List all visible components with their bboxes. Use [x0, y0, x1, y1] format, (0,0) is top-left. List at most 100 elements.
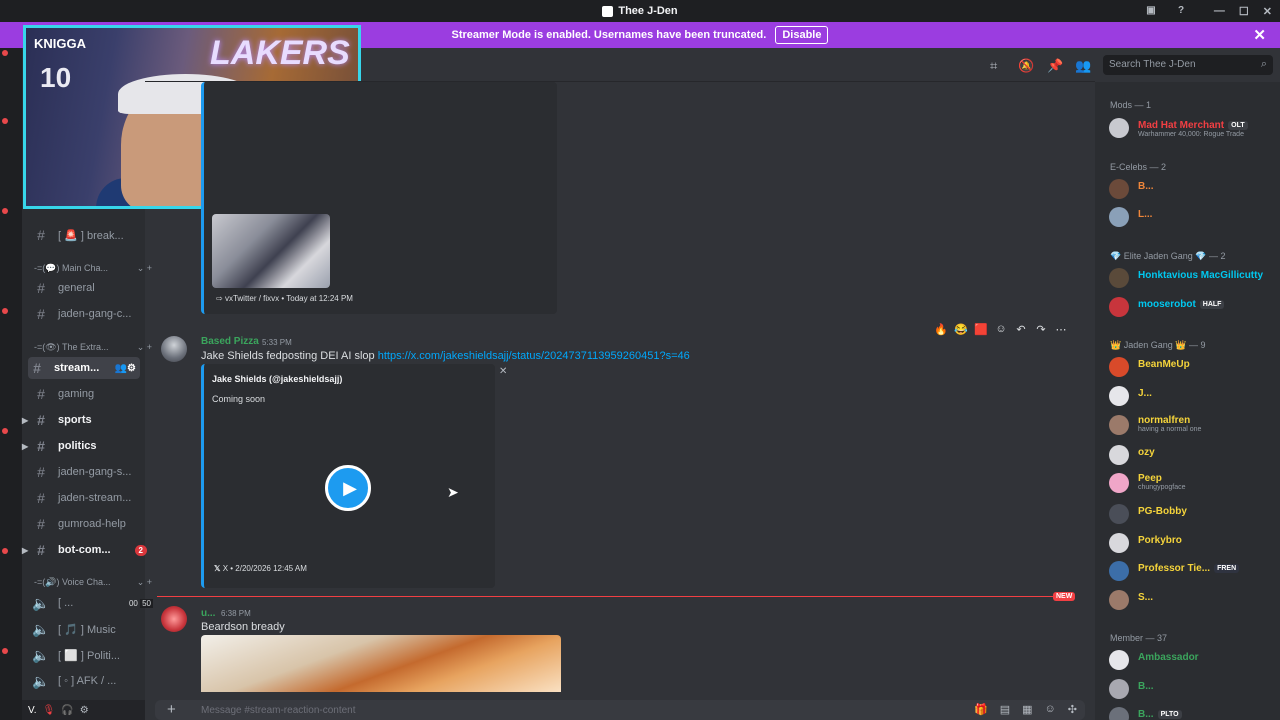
maximize-icon[interactable]: ☐	[1239, 5, 1249, 18]
role-tag: FREN	[1214, 563, 1240, 573]
attach-plus-icon[interactable]: +	[167, 701, 176, 718]
role-tag: PLTO	[1157, 709, 1182, 719]
custom-reaction-icon[interactable]: 🟥	[973, 323, 989, 336]
message-input[interactable]: + Message #stream-reaction-content 🎁 ▤ ▦…	[155, 700, 1085, 720]
emoji-icon[interactable]: ☺	[1045, 703, 1056, 716]
member-item[interactable]: J...	[1109, 384, 1279, 408]
avatar	[1109, 415, 1129, 435]
avatar[interactable]	[161, 606, 187, 632]
channel-general[interactable]: # general	[32, 277, 157, 299]
member-item[interactable]: Honktavious MacGillicutty	[1109, 266, 1279, 290]
gift-icon[interactable]: 🎁	[974, 703, 988, 716]
members-icon[interactable]: 👥	[1075, 58, 1091, 74]
member-item[interactable]: BeanMeUp	[1109, 355, 1279, 379]
laugh-reaction-icon[interactable]: 😂	[953, 323, 969, 336]
category-main[interactable]: -=(💬) Main Cha... ⌄ +	[34, 263, 154, 274]
help-icon[interactable]: ?	[1174, 3, 1188, 17]
search-icon: ⌕	[1260, 58, 1267, 70]
channel-label: gumroad-help	[58, 518, 126, 530]
channel-bot-com[interactable]: ▶ # bot-com... 2	[22, 539, 157, 561]
window-title: Thee J-Den	[618, 5, 678, 17]
channel-label: [ ◦ ] AFK / ...	[58, 675, 117, 687]
channel-stream-active[interactable]: # stream... 👥⚙	[28, 357, 140, 379]
more-icon[interactable]: ⋯	[1053, 323, 1069, 336]
member-item[interactable]: PG-Bobby	[1109, 502, 1279, 526]
member-item[interactable]: B... PLTO	[1109, 705, 1279, 720]
channel-label: jaden-stream...	[58, 492, 132, 504]
notification-dot	[2, 50, 8, 56]
message-image[interactable]	[201, 635, 561, 692]
avatar	[1109, 679, 1129, 699]
mouse-cursor-icon: ➤	[447, 484, 459, 500]
member-item[interactable]: B...	[1109, 177, 1279, 201]
channel-jaden-gang-s[interactable]: # jaden-gang-s...	[32, 461, 157, 483]
channel-break[interactable]: # [ 🚨 ] break...	[32, 224, 157, 246]
embed-footer: ⇨ vxTwitter / fixvx • Today at 12:24 PM	[216, 294, 353, 303]
category-extra[interactable]: -=(👁) The Extra... ⌄ +	[34, 342, 154, 353]
disable-button[interactable]: Disable	[775, 26, 829, 44]
channel-gumroad-help[interactable]: # gumroad-help	[32, 513, 157, 535]
voice-channel-music[interactable]: 🔈 [ 🎵 ] Music	[32, 618, 157, 640]
banner-close-icon[interactable]: ✕	[1253, 26, 1266, 44]
channel-gaming[interactable]: # gaming	[32, 383, 157, 405]
avatar[interactable]	[161, 336, 187, 362]
member-item[interactable]: B...	[1109, 677, 1279, 701]
notification-dot	[2, 548, 8, 554]
new-messages-divider	[157, 596, 1075, 597]
settings-gear-icon[interactable]: ⚙	[80, 705, 89, 716]
member-item[interactable]: normalfren having a normal one	[1109, 413, 1279, 437]
expand-arrow-icon: ▶	[22, 441, 29, 451]
mute-icon[interactable]: 🎙	[43, 705, 56, 716]
channel-sports[interactable]: ▶ # sports	[22, 409, 157, 431]
add-reaction-icon[interactable]: ☺	[993, 323, 1009, 336]
message-author[interactable]: u...	[201, 608, 215, 619]
member-item[interactable]: Porkybro	[1109, 531, 1279, 555]
member-item[interactable]: ozy	[1109, 443, 1279, 467]
category-voice[interactable]: -=(🔊) Voice Cha... ⌄ +	[34, 577, 154, 588]
voice-channel-politics[interactable]: 🔈 [ ⬜ ] Politi...	[32, 644, 157, 666]
jersey-text: KNIGGA	[34, 36, 86, 51]
member-item[interactable]: L...	[1109, 205, 1279, 229]
minimize-icon[interactable]: —	[1214, 5, 1225, 17]
member-status: chungypogface	[1138, 484, 1186, 491]
server-rail[interactable]	[0, 48, 22, 720]
member-item[interactable]: Professor Tie... FREN	[1109, 559, 1279, 583]
member-item[interactable]: mooserobot HALF	[1109, 295, 1279, 319]
channel-jaden-gang-c[interactable]: # jaden-gang-c...	[32, 303, 157, 325]
close-window-icon[interactable]: ✕	[1263, 5, 1272, 18]
member-item[interactable]: Peep chungypogface	[1109, 471, 1279, 495]
link-embed: ⇨ vxTwitter / fixvx • Today at 12:24 PM	[201, 82, 557, 314]
fire-reaction-icon[interactable]: 🔥	[933, 323, 949, 336]
video-play-button[interactable]: ▶	[325, 465, 371, 511]
forward-icon[interactable]: ↷	[1033, 323, 1049, 336]
threads-icon[interactable]: ⌗	[990, 58, 997, 74]
invite-settings-icon[interactable]: 👥⚙	[115, 363, 136, 374]
user-name[interactable]: V.	[28, 705, 37, 716]
headphones-icon[interactable]: 🎧	[61, 705, 73, 716]
avatar	[1109, 386, 1129, 406]
channel-label: general	[58, 282, 95, 294]
notification-bell-icon[interactable]: 🔕	[1018, 58, 1034, 74]
reply-icon[interactable]: ↶	[1013, 323, 1029, 336]
message-link[interactable]: https://x.com/jakeshieldsajj/status/2024…	[378, 350, 690, 362]
member-item[interactable]: S...	[1109, 588, 1279, 612]
speaker-icon: 🔈	[32, 620, 50, 637]
search-input[interactable]: Search Thee J-Den ⌕	[1103, 55, 1273, 75]
voice-channel-afk[interactable]: 🔈 [ ◦ ] AFK / ...	[32, 670, 157, 692]
member-item[interactable]: Mad Hat Merchant OLT Warhammer 40,000: Ro…	[1109, 116, 1279, 140]
avatar	[1109, 179, 1129, 199]
channel-jaden-stream[interactable]: # jaden-stream...	[32, 487, 157, 509]
voice-channel-1[interactable]: 🔈 [ ... 00 50	[32, 592, 157, 614]
sticker-icon[interactable]: ▦	[1022, 703, 1032, 716]
embed-author[interactable]: Jake Shields (@jakeshieldsajj)	[212, 374, 342, 384]
inbox-icon[interactable]: ▣	[1144, 3, 1158, 17]
apps-icon[interactable]: ✣	[1068, 703, 1077, 716]
embed-thumbnail[interactable]	[212, 214, 330, 288]
remove-embed-icon[interactable]: ✕	[499, 366, 507, 377]
pin-icon[interactable]: 📌	[1047, 58, 1063, 74]
member-item[interactable]: Ambassador	[1109, 648, 1279, 672]
gif-icon[interactable]: ▤	[1000, 703, 1010, 716]
channel-label: politics	[58, 440, 97, 452]
message-author[interactable]: Based Pizza	[201, 336, 259, 347]
channel-politics[interactable]: ▶ # politics	[22, 435, 157, 457]
